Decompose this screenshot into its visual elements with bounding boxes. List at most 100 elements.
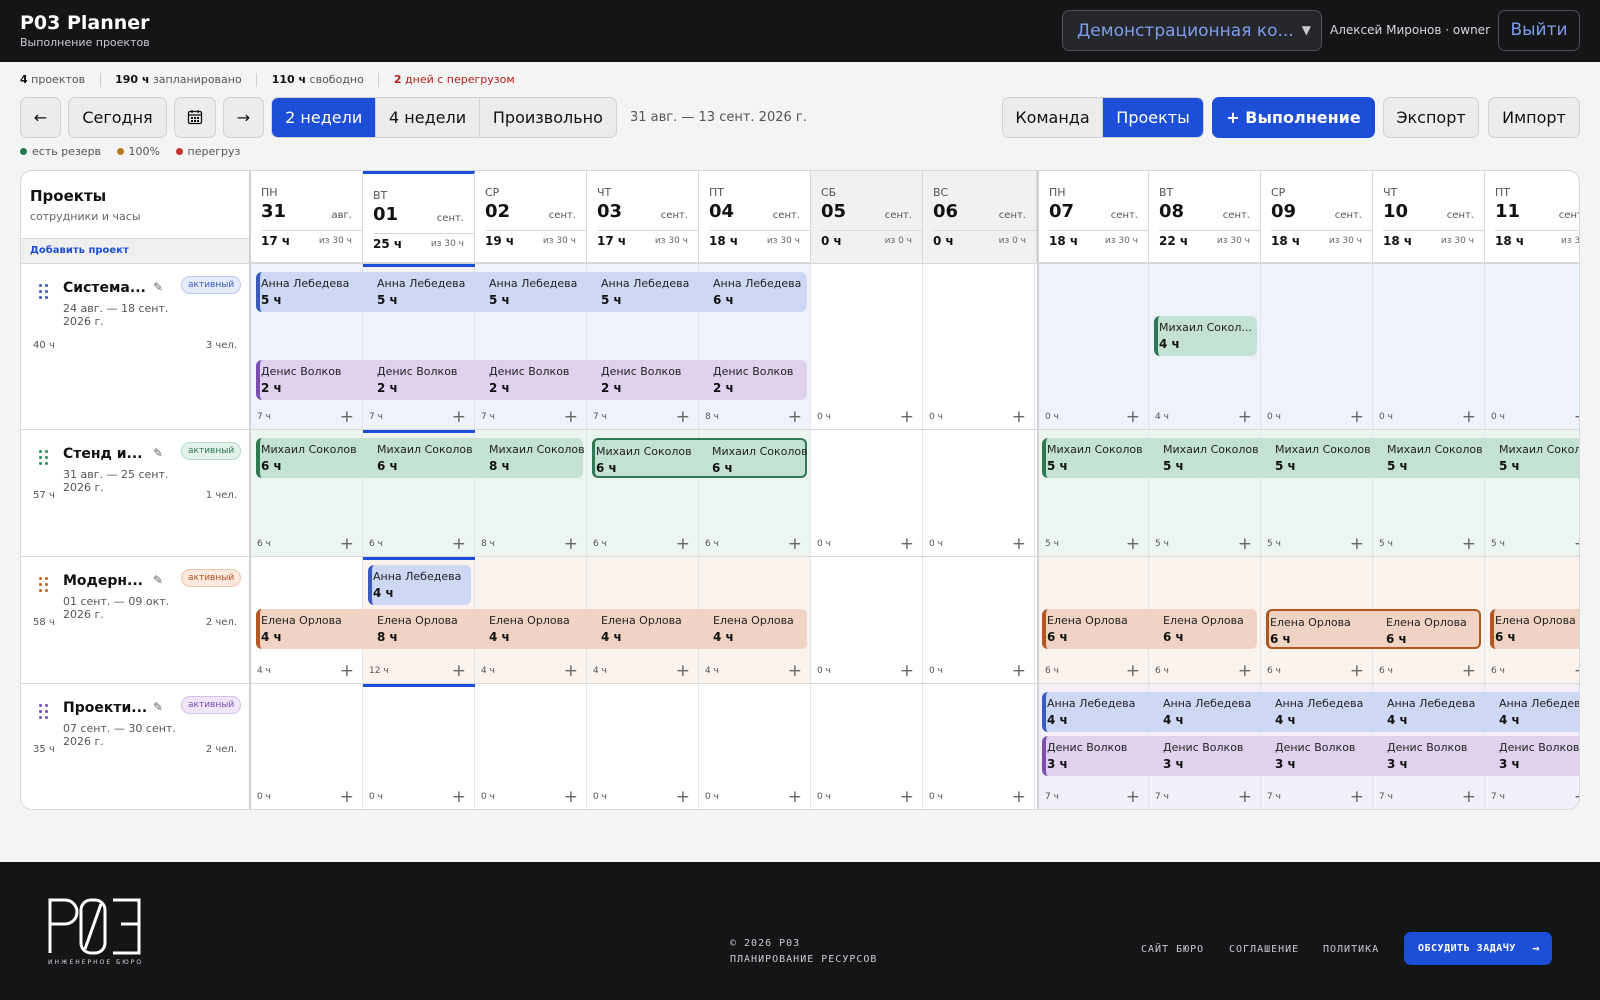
project-name[interactable]: Стенд и... (63, 446, 153, 462)
add-icon[interactable]: + (1574, 409, 1579, 426)
edit-pencil-icon[interactable]: ✎ (153, 700, 163, 714)
day-cell[interactable]: 0 ч + (699, 684, 811, 809)
add-icon[interactable]: + (1574, 789, 1579, 806)
add-execution-button[interactable]: + Выполнение (1212, 97, 1375, 138)
add-icon[interactable]: + (1350, 409, 1364, 426)
calendar-button[interactable] (174, 97, 216, 138)
assignment-block[interactable]: Михаил Соколов 5 ч Михаил Соколов 5 ч Михаил… (1042, 438, 1579, 478)
assignment-block[interactable]: Анна Лебедева 5 ч Анна Лебедева 5 ч Анна Леб… (256, 272, 807, 312)
day-cell[interactable]: 0 ч + (811, 430, 923, 556)
view-custom[interactable]: Произвольно (480, 98, 616, 137)
day-cell[interactable]: 0 ч + (923, 557, 1035, 683)
add-icon[interactable]: + (1238, 663, 1252, 680)
add-icon[interactable]: + (340, 789, 354, 806)
day-cell[interactable]: 0 ч + (363, 684, 475, 809)
edit-pencil-icon[interactable]: ✎ (153, 280, 163, 294)
assignment-block[interactable]: Елена Орлова 6 ч (1490, 609, 1579, 649)
day-cell[interactable]: 0 ч + (923, 430, 1035, 556)
logout-button[interactable]: Выйти (1498, 10, 1580, 51)
day-cell[interactable]: 0 ч + (1261, 264, 1373, 429)
day-cell[interactable]: 0 ч + (923, 264, 1035, 429)
add-icon[interactable]: + (1574, 663, 1579, 680)
add-icon[interactable]: + (900, 789, 914, 806)
discuss-task-button[interactable]: ОБСУДИТЬ ЗАДАЧУ → (1404, 932, 1552, 965)
footer-link-site[interactable]: САЙТ БЮРО (1141, 944, 1204, 955)
assignment-block[interactable]: Елена Орлова 6 ч Елена Орлова 6 ч (1042, 609, 1257, 649)
add-icon[interactable]: + (676, 789, 690, 806)
add-icon[interactable]: + (1350, 789, 1364, 806)
add-icon[interactable]: + (676, 536, 690, 553)
add-icon[interactable]: + (1012, 663, 1026, 680)
add-icon[interactable]: + (1462, 409, 1476, 426)
assignment-block[interactable]: Анна Лебедева 4 ч Анна Лебедева 4 ч Анна Леб… (1042, 692, 1579, 732)
add-icon[interactable]: + (900, 663, 914, 680)
add-icon[interactable]: + (900, 409, 914, 426)
add-icon[interactable]: + (1462, 663, 1476, 680)
add-icon[interactable]: + (1126, 409, 1140, 426)
assignment-block[interactable]: Михаил Сокол... 4 ч (1154, 316, 1257, 356)
add-icon[interactable]: + (564, 663, 578, 680)
add-icon[interactable]: + (452, 536, 466, 553)
add-icon[interactable]: + (788, 409, 802, 426)
day-cell[interactable]: 0 ч + (1373, 264, 1485, 429)
add-icon[interactable]: + (1238, 789, 1252, 806)
day-cell[interactable]: 0 ч + (811, 264, 923, 429)
day-cell[interactable]: 0 ч + (811, 684, 923, 809)
import-button[interactable]: Импорт (1488, 97, 1580, 138)
add-icon[interactable]: + (900, 536, 914, 553)
drag-handle-icon[interactable] (39, 577, 49, 595)
add-icon[interactable]: + (564, 789, 578, 806)
mode-projects[interactable]: Проекты (1103, 98, 1203, 137)
footer-link-policy[interactable]: ПОЛИТИКА (1323, 944, 1379, 955)
add-icon[interactable]: + (1350, 663, 1364, 680)
add-icon[interactable]: + (564, 409, 578, 426)
edit-pencil-icon[interactable]: ✎ (153, 573, 163, 587)
view-4-weeks[interactable]: 4 недели (376, 98, 480, 137)
assignment-block[interactable]: Денис Волков 2 ч Денис Волков 2 ч Денис Волк… (256, 360, 807, 400)
day-cell[interactable]: 0 ч + (251, 684, 363, 809)
drag-handle-icon[interactable] (39, 704, 49, 722)
add-icon[interactable]: + (788, 789, 802, 806)
assignment-block[interactable]: Анна Лебедева 4 ч (368, 565, 471, 605)
add-icon[interactable]: + (788, 536, 802, 553)
day-cell[interactable]: 0 ч + (1485, 264, 1579, 429)
day-cell[interactable]: 0 ч + (475, 684, 587, 809)
mode-team[interactable]: Команда (1003, 98, 1103, 137)
view-2-weeks[interactable]: 2 недели (272, 98, 377, 137)
day-cell[interactable]: 0 ч + (811, 557, 923, 683)
footer-link-agreement[interactable]: СОГЛАШЕНИЕ (1229, 944, 1299, 955)
add-icon[interactable]: + (564, 536, 578, 553)
assignment-block[interactable]: Денис Волков 3 ч Денис Волков 3 ч Денис Волк… (1042, 736, 1579, 776)
day-cell[interactable]: 0 ч + (1037, 264, 1149, 429)
add-icon[interactable]: + (1462, 536, 1476, 553)
add-icon[interactable]: + (788, 663, 802, 680)
assignment-block[interactable]: Елена Орлова 6 ч Елена Орлова 6 ч (1266, 609, 1481, 649)
add-icon[interactable]: + (1238, 536, 1252, 553)
organization-select[interactable]: Демонстрационная ко... ▼ (1062, 10, 1322, 51)
add-icon[interactable]: + (1350, 536, 1364, 553)
assignment-block[interactable]: Михаил Соколов 6 ч Михаил Соколов 6 ч (592, 438, 808, 478)
edit-pencil-icon[interactable]: ✎ (153, 446, 163, 460)
drag-handle-icon[interactable] (39, 450, 49, 468)
add-project-link[interactable]: Добавить проект (21, 238, 251, 263)
add-icon[interactable]: + (340, 536, 354, 553)
add-icon[interactable]: + (1012, 789, 1026, 806)
add-icon[interactable]: + (1126, 536, 1140, 553)
add-icon[interactable]: + (340, 409, 354, 426)
add-icon[interactable]: + (452, 789, 466, 806)
add-icon[interactable]: + (1012, 536, 1026, 553)
add-icon[interactable]: + (676, 409, 690, 426)
assignment-block[interactable]: Елена Орлова 4 ч Елена Орлова 8 ч Елена Орло… (256, 609, 807, 649)
add-icon[interactable]: + (452, 409, 466, 426)
day-cell[interactable]: 0 ч + (587, 684, 699, 809)
next-period-button[interactable]: → (223, 97, 264, 138)
project-name[interactable]: Модерн... (63, 573, 153, 589)
export-button[interactable]: Экспорт (1383, 97, 1479, 138)
today-button[interactable]: Сегодня (68, 97, 167, 138)
add-icon[interactable]: + (1574, 536, 1579, 553)
add-icon[interactable]: + (676, 663, 690, 680)
day-cell[interactable]: 0 ч + (923, 684, 1035, 809)
add-icon[interactable]: + (1462, 789, 1476, 806)
project-name[interactable]: Проекти... (63, 700, 153, 716)
assignment-block[interactable]: Михаил Соколов 6 ч Михаил Соколов 6 ч Михаил… (256, 438, 585, 478)
